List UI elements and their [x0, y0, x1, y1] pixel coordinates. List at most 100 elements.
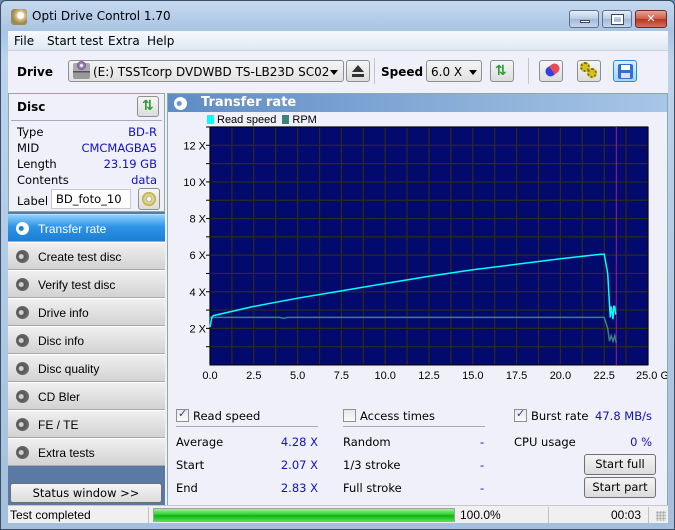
close-button[interactable]: ✕ [635, 10, 667, 28]
disc-key: Type [17, 125, 44, 139]
toolbar: Drive (E:) TSSTcorp DVDWBD TS-LB23D SC02… [8, 52, 668, 92]
x-tick-label: 7.5 [334, 370, 349, 382]
menu-bar: File Start test Extra Help [8, 31, 668, 51]
x-tick-label: 15.0 [462, 370, 483, 382]
settings-button[interactable] [577, 60, 601, 82]
x-tick-label: 5.0 [290, 370, 305, 382]
nav-create-test-disc[interactable]: Create test disc [8, 242, 165, 270]
transfer-rate-panel: Transfer rate Read speed RPM 2 X4 X6 X8 … [167, 93, 668, 523]
full-stroke-value: - [480, 481, 485, 495]
nav-drive-info[interactable]: Drive info [8, 298, 165, 326]
divider [548, 507, 549, 523]
drive-info-icon [16, 306, 29, 319]
nav-label: Create test disc [38, 250, 122, 264]
nav-fe-te[interactable]: FE / TE [8, 410, 165, 438]
nav-cd-bler[interactable]: CD Bler [8, 382, 165, 410]
y-tick-label: 10 X [183, 177, 206, 189]
start-full-button[interactable]: Start full [584, 454, 656, 475]
nav-verify-test-disc[interactable]: Verify test disc [8, 270, 165, 298]
read-speed-checkbox[interactable] [176, 407, 189, 422]
minimize-button[interactable] [569, 10, 599, 28]
menu-help[interactable]: Help [147, 34, 174, 48]
eraser-icon [543, 61, 562, 79]
cpu-usage-label: CPU usage [514, 435, 576, 449]
speed-label: Speed [381, 65, 424, 79]
disc-label-input[interactable]: BD_foto_10 [51, 189, 131, 209]
legend-swatch-rpm [282, 115, 290, 124]
y-tick-label: 2 X [189, 323, 206, 335]
elapsed-time: 00:03 [611, 508, 642, 522]
disc-test-icon [16, 418, 29, 431]
maximize-button[interactable] [602, 10, 632, 28]
status-window-button[interactable]: Status window >> [10, 483, 162, 503]
drive-select[interactable]: (E:) TSSTcorp DVDWBD TS-LB23D SC02 [68, 60, 344, 82]
test-nav: Transfer rate Create test disc Verify te… [8, 214, 165, 466]
burst-rate-checkbox[interactable] [514, 407, 527, 422]
gear-icon [587, 68, 597, 78]
access-times-label: Access times [360, 409, 435, 423]
full-stroke-label: Full stroke [343, 481, 402, 495]
toolbar-separator [528, 58, 529, 84]
y-tick-label: 6 X [189, 250, 206, 262]
y-tick-label: 12 X [183, 140, 206, 152]
resize-grip[interactable] [656, 511, 666, 521]
disc-row-mid: MID CMCMAGBA5 [17, 141, 157, 157]
progress-text: 100.0% [460, 508, 501, 522]
divider [176, 426, 318, 427]
panel-header: Transfer rate [168, 94, 667, 112]
disc-test-icon [16, 362, 29, 375]
nav-disc-quality[interactable]: Disc quality [8, 354, 165, 382]
burst-rate-label: Burst rate [531, 409, 589, 423]
nav-disc-info[interactable]: Disc info [8, 326, 165, 354]
panel-title: Transfer rate [201, 95, 297, 110]
nav-label: Verify test disc [38, 278, 116, 292]
drive-label: Drive [17, 65, 53, 79]
speed-select[interactable]: 6.0 X [426, 60, 482, 82]
nav-label: Disc quality [38, 362, 100, 376]
disc-row-contents: Contents data [17, 173, 157, 189]
status-bar: Test completed 100.0% 00:03 [8, 505, 668, 523]
disc-key: Length [17, 157, 57, 171]
nav-transfer-rate[interactable]: Transfer rate [8, 214, 165, 242]
disc-label-key: Label [17, 194, 49, 208]
disc-test-icon [16, 278, 29, 291]
access-times-checkbox[interactable] [343, 409, 356, 422]
save-button[interactable] [613, 60, 637, 82]
x-tick-label: 25.0 GB [636, 370, 667, 382]
read-speed-label: Read speed [193, 409, 261, 423]
disc-refresh-button[interactable]: ⇅ [137, 96, 159, 117]
menu-start-test[interactable]: Start test [47, 34, 103, 48]
disc-value: data [131, 173, 157, 187]
save-icon [618, 64, 633, 79]
nav-label: Transfer rate [38, 222, 107, 236]
average-value: 4.28 X [280, 435, 318, 449]
start-part-button[interactable]: Start part [584, 477, 656, 498]
nav-extra-tests[interactable]: Extra tests [8, 438, 165, 466]
optical-drive-icon [73, 61, 90, 79]
eject-button[interactable] [346, 60, 370, 82]
minimize-icon [580, 20, 590, 23]
transfer-rate-chart: 2 X 4 X 6 X 8 X 10 X 12 X 0.0 2.5 5.0 7.5 10.0 12.5… [183, 126, 667, 382]
menu-extra[interactable]: Extra [108, 34, 140, 48]
disc-row-length: Length 23.19 GB [17, 157, 157, 173]
disc-row-type: Type BD-R [17, 125, 157, 141]
menu-file[interactable]: File [14, 34, 34, 48]
title-bar[interactable]: Opti Drive Control 1.70 ✕ [1, 1, 674, 31]
erase-button[interactable] [539, 60, 563, 82]
x-tick-label: 0.0 [202, 370, 217, 382]
third-stroke-label: 1/3 stroke [343, 458, 401, 472]
disc-label-button[interactable] [138, 188, 160, 210]
disc-key: Contents [17, 173, 69, 187]
legend-swatch-read-speed [207, 115, 214, 124]
drive-select-value: (E:) TSSTcorp DVDWBD TS-LB23D SC02 [93, 65, 330, 79]
refresh-speed-button[interactable]: ⇅ [490, 60, 514, 82]
divider [11, 120, 162, 121]
close-icon: ✕ [646, 12, 656, 25]
x-tick-label: 20.0 [550, 370, 571, 382]
x-tick-label: 2.5 [246, 370, 261, 382]
maximize-icon [611, 14, 624, 25]
disc-value: CMCMAGBA5 [81, 141, 157, 155]
transfer-rate-icon [174, 97, 187, 110]
y-tick-label: 8 X [189, 214, 206, 226]
burst-rate-value: 47.8 MB/s [595, 409, 652, 423]
